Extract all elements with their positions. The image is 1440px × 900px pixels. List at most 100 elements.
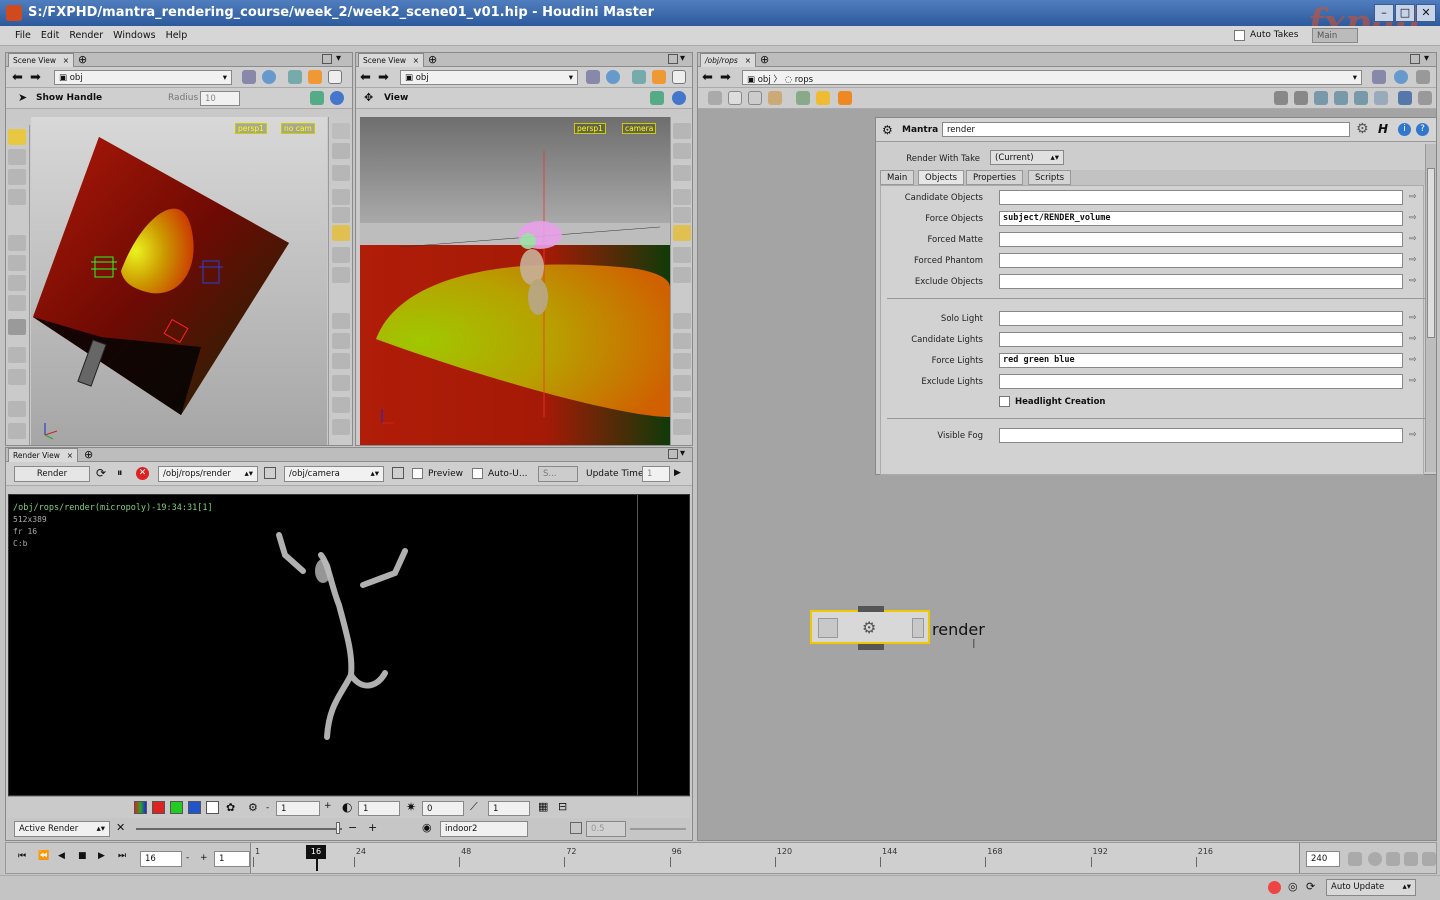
scroll-up-icon[interactable] <box>673 123 691 139</box>
lighting-icon[interactable] <box>673 267 691 283</box>
layout-icon[interactable] <box>1274 91 1288 105</box>
forced-phantom-chooser-icon[interactable]: ⇨ <box>1409 255 1423 267</box>
sticky-note-icon[interactable] <box>796 91 810 105</box>
candidate-lights-chooser-icon[interactable]: ⇨ <box>1409 334 1423 346</box>
rig-tool-icon[interactable] <box>8 295 26 311</box>
snapshot-camera-icon[interactable]: ◉ <box>422 821 432 834</box>
auto-takes-checkbox[interactable] <box>1234 30 1245 41</box>
playhead-marker[interactable]: 16 <box>306 845 326 859</box>
pin-icon[interactable] <box>242 70 256 84</box>
network-status-icon[interactable]: ◎ <box>1288 880 1298 893</box>
flipbook-icon[interactable] <box>838 91 852 105</box>
snapshot-name-field[interactable]: indoor2 <box>440 821 528 837</box>
shading-icon[interactable] <box>673 165 691 181</box>
number-display-icon[interactable] <box>673 353 691 369</box>
alpha-channel-icon[interactable] <box>206 801 219 814</box>
frame-step-field[interactable]: 1 <box>214 851 250 867</box>
pane-maximize-icon[interactable] <box>1410 54 1420 64</box>
forward-arrow-icon[interactable]: ➡ <box>720 70 731 85</box>
add-tab-icon[interactable]: ⊕ <box>84 448 93 461</box>
frame-increment-icon[interactable]: + <box>200 853 208 863</box>
back-arrow-icon[interactable]: ⬅ <box>360 70 371 85</box>
audio-icon[interactable] <box>1404 852 1418 866</box>
auto-update-selector[interactable]: Auto Update ▴▾ <box>1326 879 1416 896</box>
maximize-button[interactable]: □ <box>1395 4 1415 22</box>
close-window-button[interactable]: ✕ <box>1416 4 1436 22</box>
pane-menu-icon[interactable]: ▾ <box>1424 53 1429 64</box>
display-mode-icon[interactable] <box>673 143 691 159</box>
jump-to-rop-icon[interactable] <box>264 467 276 479</box>
force-lights-chooser-icon[interactable]: ⇨ <box>1409 355 1423 367</box>
rop-path-field[interactable]: /obj/rops/render ▴▾ <box>158 466 258 482</box>
stamp-tool-icon[interactable] <box>8 423 26 439</box>
delete-snapshot-icon[interactable]: ✕ <box>116 821 125 834</box>
pin-icon[interactable] <box>1372 70 1386 84</box>
display-mode-icon[interactable] <box>332 143 350 159</box>
wire-icon[interactable] <box>332 189 350 205</box>
smooth-shade-icon[interactable] <box>332 225 350 241</box>
camera-tool-icon[interactable] <box>8 369 26 385</box>
end-frame-field[interactable]: 240 <box>1306 851 1340 867</box>
render-with-take-selector[interactable]: (Current) ▴▾ <box>990 150 1064 165</box>
normal-display-icon[interactable] <box>332 333 350 349</box>
render-button[interactable]: Render <box>14 466 90 482</box>
link-icon[interactable] <box>1394 70 1408 84</box>
snapshot-icon[interactable] <box>328 70 342 84</box>
compare-icon[interactable] <box>570 822 582 834</box>
timeline-options-icon[interactable] <box>1422 852 1436 866</box>
go-to-start-icon[interactable]: ⏮ <box>18 851 26 861</box>
pane-menu-icon[interactable]: ▾ <box>680 53 685 64</box>
render-node[interactable]: ⚙ <box>810 606 930 650</box>
refresh-icon[interactable]: ⟳ <box>96 466 106 480</box>
scroll-down-icon[interactable] <box>673 419 691 435</box>
network-path-field[interactable]: ▣ obj ▾ <box>400 70 578 85</box>
increment-icon[interactable]: + <box>324 801 332 811</box>
branch-icon[interactable] <box>1334 91 1348 105</box>
pane-maximize-icon[interactable] <box>668 54 678 64</box>
smooth-shade-icon[interactable] <box>673 225 691 241</box>
tree-layout-icon[interactable] <box>1314 91 1328 105</box>
forced-matte-chooser-icon[interactable]: ⇨ <box>1409 234 1423 246</box>
snapshot-slider[interactable] <box>136 828 342 830</box>
help-icon[interactable] <box>330 91 344 105</box>
go-to-end-icon[interactable]: ⏭ <box>118 851 126 861</box>
add-tab-icon[interactable]: ⊕ <box>760 53 769 66</box>
lut-icon[interactable]: ✿ <box>226 801 235 814</box>
network-path-field[interactable]: ▣ obj 〉 ◌ rops ▾ <box>742 70 1362 85</box>
light-icon[interactable] <box>652 70 666 84</box>
info-icon[interactable]: i <box>1398 123 1411 136</box>
blue-channel-icon[interactable] <box>188 801 201 814</box>
gamma-field[interactable]: 0 <box>422 801 464 816</box>
ghost-icon[interactable] <box>332 207 350 223</box>
list-view-icon[interactable] <box>728 91 742 105</box>
radius-field[interactable]: 10 <box>200 91 240 106</box>
help-icon[interactable]: ? <box>1416 123 1429 136</box>
solo-light-chooser-icon[interactable]: ⇨ <box>1409 313 1423 325</box>
play-reverse-icon[interactable]: ◀ <box>58 851 65 861</box>
pane-maximize-icon[interactable] <box>668 449 678 459</box>
minimize-button[interactable]: – <box>1374 4 1394 22</box>
back-arrow-icon[interactable]: ⬅ <box>12 70 23 85</box>
exclude-objects-chooser-icon[interactable]: ⇨ <box>1409 276 1423 288</box>
lut-slope-icon[interactable]: ⟋ <box>470 800 478 814</box>
bone-tool-icon[interactable] <box>8 255 26 271</box>
gamma-icon[interactable]: ✷ <box>406 800 416 814</box>
exclude-lights-chooser-icon[interactable]: ⇨ <box>1409 376 1423 388</box>
tab-network-rops[interactable]: /obj/rops × <box>700 53 756 67</box>
loop-icon[interactable] <box>1386 852 1400 866</box>
opacity-field[interactable]: 0.5 <box>586 821 626 837</box>
render-image-area[interactable]: /obj/rops/render(micropoly)-19:34:31[1] … <box>8 494 690 796</box>
node-bypass-flag[interactable] <box>818 618 838 638</box>
exclude-objects-field[interactable] <box>999 274 1403 289</box>
tab-objects[interactable]: Objects <box>918 170 965 185</box>
realtime-icon[interactable] <box>1348 852 1362 866</box>
brush-tool-icon[interactable] <box>8 169 26 185</box>
stop-playback-icon[interactable]: ■ <box>78 851 87 861</box>
muscle-tool-icon[interactable] <box>8 275 26 291</box>
viewport-left[interactable]: persp1 no cam <box>31 117 327 445</box>
add-tab-icon[interactable]: ⊕ <box>428 53 437 66</box>
thumbnail-view-icon[interactable] <box>748 91 762 105</box>
menu-render[interactable]: Render <box>64 26 108 41</box>
pose-tool-icon[interactable] <box>8 235 26 251</box>
preview-checkbox[interactable] <box>412 468 423 479</box>
